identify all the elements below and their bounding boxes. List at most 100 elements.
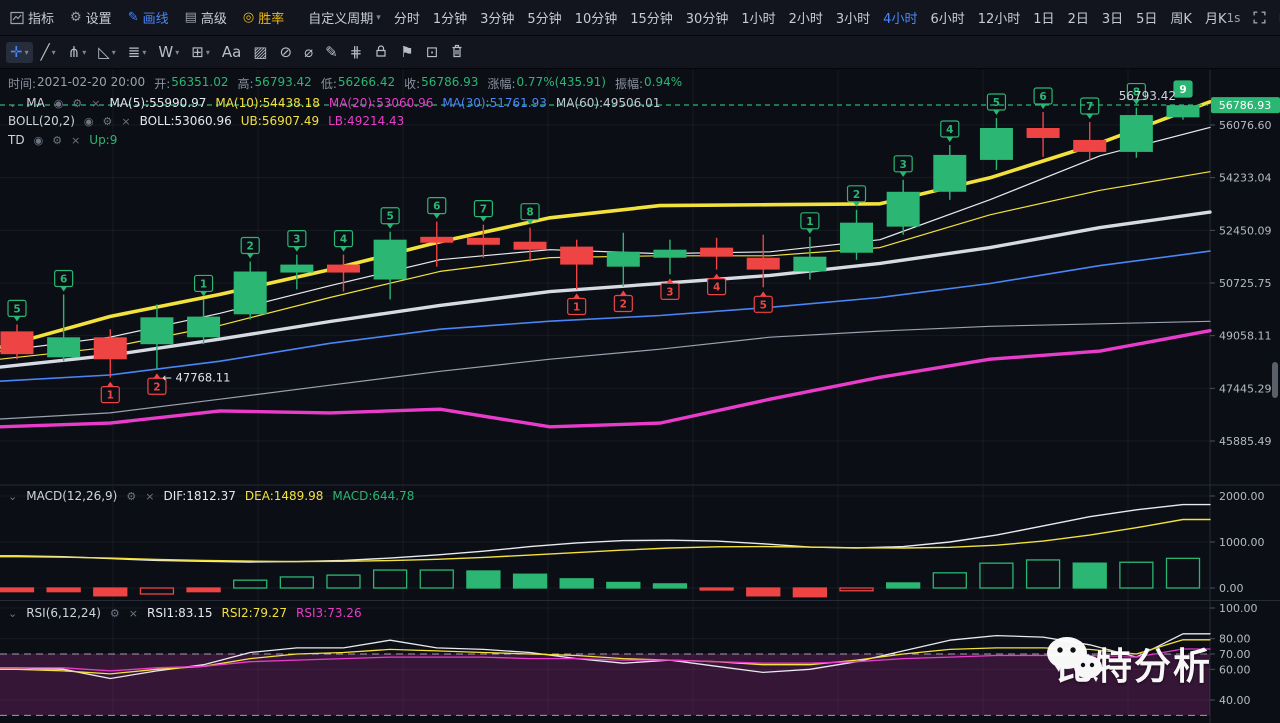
menu-item-1[interactable]: 指标 <box>10 8 54 27</box>
chevron-down-icon: ▾ <box>52 48 56 57</box>
td-marker-count: 3 <box>293 234 300 246</box>
axis-label: 45885.49 <box>1219 435 1272 448</box>
chevron-down-icon: ▾ <box>142 48 146 57</box>
timeframe-10分钟[interactable]: 10分钟 <box>575 8 618 27</box>
candle <box>700 248 733 257</box>
collapse-icon[interactable]: ⌄ <box>8 97 17 110</box>
menu-item-5[interactable]: ◎胜率 <box>243 8 284 27</box>
axis-label: 56076.60 <box>1219 119 1272 132</box>
timeframe-12小时[interactable]: 12小时 <box>978 8 1021 27</box>
fullscreen-icon[interactable] <box>1252 10 1267 25</box>
parallel-lines-tool[interactable]: ≣▾ <box>124 42 151 63</box>
candle <box>747 258 780 270</box>
text-tool[interactable]: Aa <box>218 42 245 63</box>
triangle-tool-icon: ◺ <box>98 45 110 60</box>
indicator-settings-icon[interactable]: ⚙ <box>72 97 82 110</box>
price-chart-canvas[interactable]: 5612123456781234512345678956793.42← 4776… <box>0 69 1280 723</box>
shape-rect-tool-icon: ⊞ <box>191 45 204 60</box>
trendline-tool-icon: ╱ <box>41 45 50 60</box>
indicator-close-icon[interactable]: × <box>145 490 154 503</box>
pitchfork-tool[interactable]: ⋔▾ <box>64 42 91 63</box>
bookmark-tool[interactable]: ⚑ <box>396 42 417 63</box>
compare-tool[interactable]: ⋕ <box>346 42 367 63</box>
menu-item-2[interactable]: ⚙设置 <box>70 8 112 27</box>
crosshair-tool[interactable]: ✛▾ <box>6 42 33 63</box>
indicator-settings-icon[interactable]: ⚙ <box>110 607 120 620</box>
timeframe-2小时[interactable]: 2小时 <box>789 8 823 27</box>
timeframe-1日[interactable]: 1日 <box>1033 8 1054 27</box>
macd-bar <box>467 571 500 588</box>
brush-tool-icon: ▨ <box>253 45 267 60</box>
menu-item-label: 指标 <box>28 8 54 27</box>
visibility-icon[interactable]: ◉ <box>84 115 94 128</box>
brush-tool[interactable]: ▨ <box>249 42 271 63</box>
macd-bar <box>653 584 686 588</box>
chevron-down-icon: ▾ <box>25 48 29 57</box>
macd-bar <box>607 582 640 588</box>
timeframe-周K[interactable]: 周K <box>1170 8 1192 27</box>
wave-tool[interactable]: W▾ <box>154 42 183 63</box>
custom-period-label: 自定义周期 <box>308 8 373 27</box>
td-marker-count: 3 <box>666 286 673 298</box>
macd-histogram-layer <box>1 558 1200 596</box>
timeframe-4小时[interactable]: 4小时 <box>883 8 917 27</box>
shape-rect-tool[interactable]: ⊞▾ <box>187 42 214 63</box>
snapshot-tool[interactable]: ⊡ <box>422 42 443 63</box>
indicator-settings-icon[interactable]: ⚙ <box>103 115 113 128</box>
td-marker-count: 1 <box>806 216 813 228</box>
collapse-icon[interactable]: ⌄ <box>8 490 17 503</box>
vertical-scrollbar[interactable] <box>1272 362 1278 398</box>
ruler-tool[interactable]: ⌀ <box>300 42 317 63</box>
prohibit-tool[interactable]: ⊘ <box>275 42 296 63</box>
candle <box>234 272 267 315</box>
timeframe-6小时[interactable]: 6小时 <box>930 8 964 27</box>
macd-bar <box>1027 560 1060 588</box>
timeframe-2日[interactable]: 2日 <box>1068 8 1089 27</box>
candle <box>607 252 640 267</box>
td-marker-count: 3 <box>900 159 907 171</box>
candle <box>1027 128 1060 138</box>
td-marker-count: 7 <box>480 204 487 216</box>
menu-item-4[interactable]: ▤高级 <box>185 8 227 27</box>
indicator-close-icon[interactable]: × <box>91 97 100 110</box>
indicator-settings-icon[interactable]: ⚙ <box>52 134 62 147</box>
indicator-close-icon[interactable]: × <box>71 134 80 147</box>
visibility-icon[interactable]: ◉ <box>34 134 44 147</box>
axis-label: 70.00 <box>1219 648 1251 661</box>
indicator-close-icon[interactable]: × <box>121 115 130 128</box>
timeframe-15分钟[interactable]: 15分钟 <box>630 8 673 27</box>
timeframe-3分钟[interactable]: 3分钟 <box>480 8 514 27</box>
delete-tool[interactable] <box>446 41 468 64</box>
timeframe-5日[interactable]: 5日 <box>1136 8 1157 27</box>
grid-layer <box>0 70 1280 723</box>
visibility-icon[interactable]: ◉ <box>54 97 64 110</box>
macd-bar <box>840 588 873 591</box>
td-marker-count: 2 <box>853 189 860 201</box>
collapse-icon[interactable]: ⌄ <box>8 607 17 620</box>
chevron-down-icon: ▾ <box>206 48 210 57</box>
indicator-settings-icon[interactable]: ⚙ <box>126 490 136 503</box>
lock-tool[interactable] <box>370 41 392 64</box>
triangle-tool[interactable]: ◺▾ <box>94 42 120 63</box>
timeframe-1分钟[interactable]: 1分钟 <box>433 8 467 27</box>
timeframe-1小时[interactable]: 1小时 <box>741 8 775 27</box>
timeframe-5分钟[interactable]: 5分钟 <box>527 8 561 27</box>
td-marker-count: 1 <box>573 301 580 313</box>
td-marker-count: 4 <box>340 234 347 246</box>
chevron-down-icon: ▾ <box>376 13 381 23</box>
menu-item-3[interactable]: ✎画线 <box>128 8 169 27</box>
timeframe-月K[interactable]: 月K <box>1205 8 1227 27</box>
indicator-close-icon[interactable]: × <box>129 607 138 620</box>
signature-tool[interactable]: ✎ <box>321 42 342 63</box>
macd-bar <box>374 570 407 588</box>
timeframe-30分钟[interactable]: 30分钟 <box>686 8 729 27</box>
macd-bar <box>700 588 733 590</box>
macd-bar <box>980 563 1013 588</box>
timeframe-3日[interactable]: 3日 <box>1102 8 1123 27</box>
macd-bar <box>234 580 267 588</box>
macd-bar <box>187 588 220 592</box>
timeframe-3小时[interactable]: 3小时 <box>836 8 870 27</box>
trendline-tool[interactable]: ╱▾ <box>37 42 60 63</box>
timeframe-分时[interactable]: 分时 <box>394 8 420 27</box>
custom-period-dropdown[interactable]: 自定义周期 ▾ <box>308 8 381 27</box>
